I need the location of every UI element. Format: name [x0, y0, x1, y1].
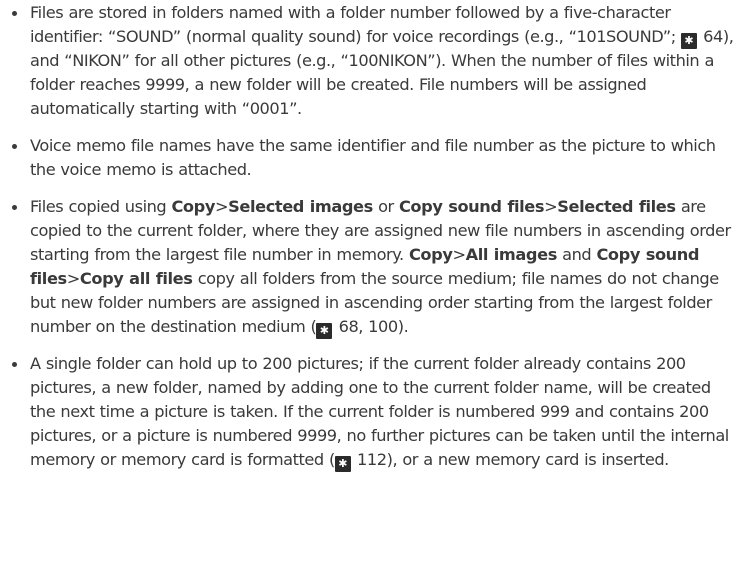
menu-term: Selected files	[557, 197, 676, 216]
page-reference-icon: ✱	[316, 323, 333, 339]
item-text: Files are stored in folders named with a…	[30, 3, 676, 46]
page-reference-icon: ✱	[680, 33, 697, 49]
bullet-list: Files are stored in folders named with a…	[0, 1, 746, 472]
list-item: Voice memo file names have the same iden…	[0, 134, 746, 182]
item-text: Files copied using	[30, 197, 167, 216]
page-reference-icon: ✱	[334, 456, 351, 472]
menu-separator: >	[452, 245, 467, 264]
item-text: and	[562, 245, 592, 264]
menu-term: Copy	[408, 245, 453, 264]
menu-separator: >	[215, 197, 229, 216]
list-item: A single folder can hold up to 200 pictu…	[0, 352, 746, 472]
item-text: ), or a new memory card is inserted.	[386, 450, 670, 469]
menu-term: Selected images	[228, 197, 373, 216]
item-text: ).	[397, 317, 409, 336]
menu-term: Copy all files	[79, 269, 193, 288]
menu-term: Copy	[171, 197, 215, 216]
menu-separator: >	[544, 197, 558, 216]
menu-term: All images	[465, 245, 558, 264]
document-page: Files are stored in folders named with a…	[0, 0, 746, 472]
item-text: Voice memo file names have the same iden…	[30, 136, 716, 179]
list-item: Files copied using Copy>Selected images …	[0, 195, 746, 339]
list-item: Files are stored in folders named with a…	[0, 1, 746, 121]
page-reference-number: 64	[703, 27, 723, 46]
item-text: or	[378, 197, 394, 216]
page-reference-number: 68, 100	[338, 317, 399, 336]
menu-term: Copy sound files	[398, 197, 545, 216]
page-reference-number: 112	[357, 450, 387, 469]
menu-separator: >	[66, 269, 81, 288]
